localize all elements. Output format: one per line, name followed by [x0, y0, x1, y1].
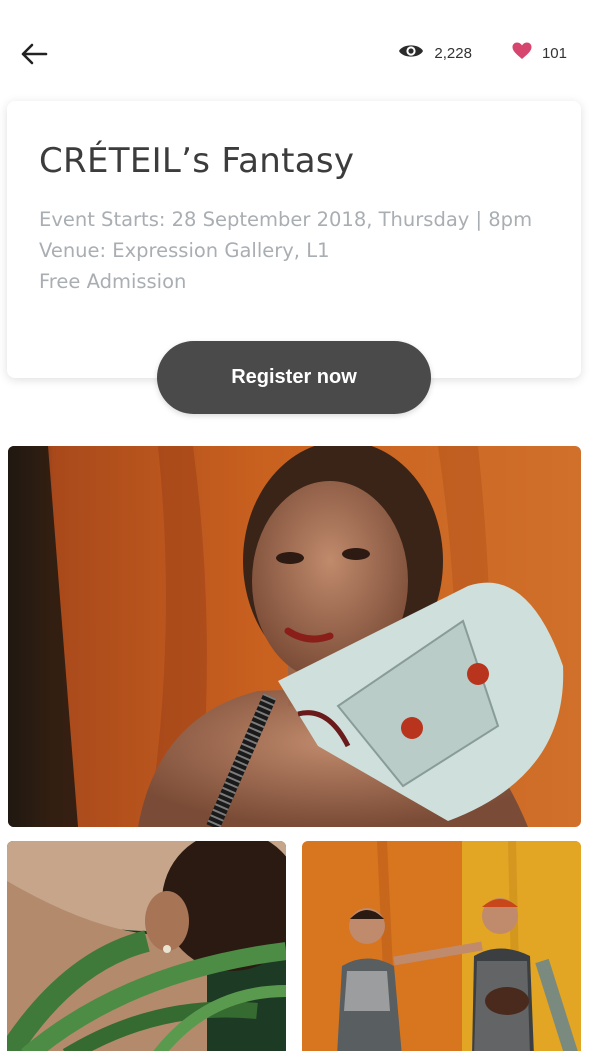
gallery-photo-main[interactable]	[8, 446, 581, 827]
gallery-photo-left[interactable]	[7, 841, 286, 1051]
event-venue: Venue: Expression Gallery, L1	[39, 239, 330, 262]
likes-count: 101	[541, 44, 567, 62]
register-button[interactable]: Register now	[157, 341, 431, 414]
back-button[interactable]	[18, 40, 50, 72]
heart-icon[interactable]	[512, 42, 532, 64]
event-title: CRÉTEIL’s Fantasy	[39, 141, 355, 181]
event-card: CRÉTEIL’s Fantasy Event Starts: 28 Septe…	[7, 101, 581, 378]
event-details: Event Starts: 28 September 2018, Thursda…	[39, 204, 532, 297]
arrow-left-icon	[20, 43, 48, 70]
gallery-photo-right[interactable]	[302, 841, 581, 1051]
event-admission: Free Admission	[39, 270, 187, 293]
eye-icon	[398, 42, 424, 64]
views-stat: 2,228	[398, 42, 472, 64]
top-bar: 2,228 101	[0, 0, 595, 110]
likes-stat[interactable]: 101	[512, 42, 567, 64]
stats-bar: 2,228 101	[398, 42, 567, 64]
event-start-time: Event Starts: 28 September 2018, Thursda…	[39, 208, 533, 231]
views-count: 2,228	[434, 44, 472, 62]
